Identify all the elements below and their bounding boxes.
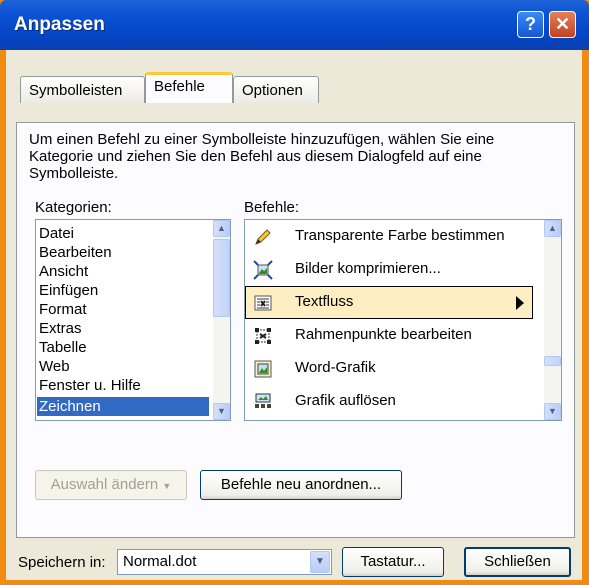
modify-selection-button[interactable]: Auswahl ändern ▼ <box>35 470 187 500</box>
title-bar[interactable]: Anpassen ? ✕ <box>0 0 589 50</box>
category-item[interactable]: Einfügen <box>39 281 98 300</box>
word-picture-icon <box>254 360 272 378</box>
pen-icon <box>255 229 271 245</box>
command-label: Textfluss <box>295 293 354 310</box>
command-label: Grafik auflösen <box>295 392 396 409</box>
tab-optionen[interactable]: Optionen <box>233 76 319 103</box>
scroll-up-icon[interactable]: ▲ <box>544 220 561 237</box>
save-in-label: Speichern in: <box>18 554 106 571</box>
text-wrap-icon <box>254 295 272 311</box>
button-label: Auswahl ändern <box>50 476 159 493</box>
command-label: Transparente Farbe bestimmen <box>295 227 505 244</box>
tab-panel-befehle: Um einen Befehl zu einer Symbolleiste hi… <box>16 122 575 538</box>
save-in-combobox[interactable]: Normal.dot ▼ <box>117 549 332 575</box>
dialog-client: Symbolleisten Befehle Optionen Um einen … <box>6 50 582 580</box>
chevron-down-icon[interactable]: ▼ <box>310 551 330 573</box>
edit-points-icon <box>255 328 271 344</box>
category-item[interactable]: Web <box>39 357 70 376</box>
save-in-value: Normal.dot <box>123 553 197 570</box>
compress-pictures-icon <box>253 260 273 280</box>
submenu-arrow-icon <box>516 296 524 310</box>
question-icon: ? <box>525 14 536 34</box>
categories-label: Kategorien: <box>35 199 112 216</box>
commands-scrollbar[interactable]: ▲ ▼ <box>544 220 561 420</box>
help-button[interactable]: ? <box>517 11 544 38</box>
rearrange-commands-button[interactable]: Befehle neu anordnen... <box>200 470 402 500</box>
tab-label: Symbolleisten <box>29 82 123 99</box>
button-label: Befehle neu anordnen... <box>220 476 382 493</box>
dialog-title: Anpassen <box>14 14 105 35</box>
commands-label: Befehle: <box>244 199 300 216</box>
scroll-down-icon[interactable]: ▼ <box>544 403 561 420</box>
category-item[interactable]: Tabelle <box>39 338 87 357</box>
categories-scrollbar[interactable]: ▲ ▼ <box>213 220 230 420</box>
category-item[interactable]: Datei <box>39 224 74 243</box>
category-item[interactable]: Extras <box>39 319 82 338</box>
command-item[interactable]: Rahmenpunkte bearbeiten <box>245 319 533 352</box>
ungroup-picture-icon <box>255 393 271 408</box>
close-button[interactable]: Schließen <box>464 547 571 577</box>
command-item-highlighted[interactable]: Textfluss <box>245 286 533 319</box>
scroll-thumb[interactable] <box>544 356 561 366</box>
categories-listbox[interactable]: Datei Bearbeiten Ansicht Einfügen Format… <box>35 219 231 421</box>
command-item[interactable]: Transparente Farbe bestimmen <box>245 220 533 253</box>
category-item[interactable]: Fenster u. Hilfe <box>39 376 141 395</box>
tab-befehle[interactable]: Befehle <box>145 72 233 103</box>
close-window-button[interactable]: ✕ <box>549 11 576 38</box>
scroll-up-icon[interactable]: ▲ <box>213 220 230 237</box>
keyboard-button[interactable]: Tastatur... <box>342 547 444 577</box>
command-label: Word-Grafik <box>295 359 376 376</box>
category-item[interactable]: Bearbeiten <box>39 243 112 262</box>
commands-listbox[interactable]: Transparente Farbe bestimmen Bilder komp… <box>244 219 562 421</box>
button-label: Tastatur... <box>360 553 426 570</box>
tab-label: Befehle <box>154 78 205 95</box>
category-item[interactable]: Format <box>39 300 87 319</box>
customize-dialog: Anpassen ? ✕ Symbolleisten Befehle Optio… <box>0 0 589 585</box>
command-item[interactable]: Grafik auflösen <box>245 385 533 418</box>
tab-label: Optionen <box>242 82 303 99</box>
scroll-thumb[interactable] <box>213 239 230 317</box>
category-item-selected[interactable]: Zeichnen <box>37 397 209 416</box>
command-item[interactable]: Word-Grafik <box>245 352 533 385</box>
command-label: Bilder komprimieren... <box>295 260 441 277</box>
button-label: Schließen <box>484 553 551 570</box>
chevron-down-icon: ▼ <box>162 481 172 491</box>
command-item[interactable]: Bilder komprimieren... <box>245 253 533 286</box>
instructions-text: Um einen Befehl zu einer Symbolleiste hi… <box>29 131 495 182</box>
scroll-down-icon[interactable]: ▼ <box>213 403 230 420</box>
close-icon: ✕ <box>554 14 571 34</box>
command-label: Rahmenpunkte bearbeiten <box>295 326 472 343</box>
tab-symbolleisten[interactable]: Symbolleisten <box>20 76 145 103</box>
category-item[interactable]: Ansicht <box>39 262 88 281</box>
